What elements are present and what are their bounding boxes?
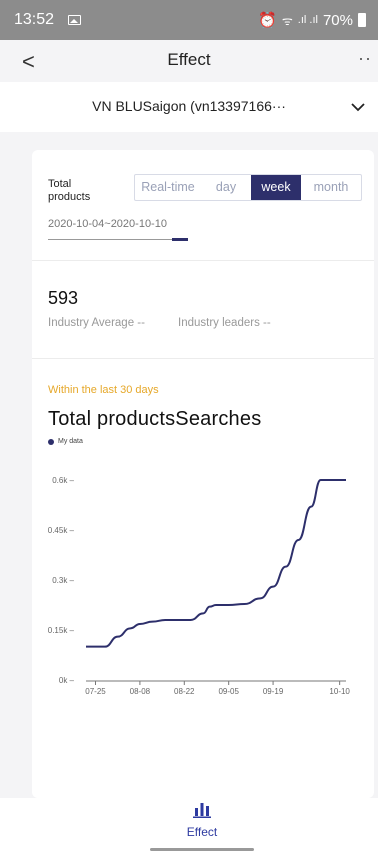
alarm-icon: ⏰ — [258, 12, 277, 29]
series-line-my-data — [86, 479, 346, 648]
tab-day[interactable]: day — [201, 175, 251, 200]
signal-icon: .ıl .ıl — [297, 14, 318, 26]
filter-label: Total products — [48, 178, 91, 203]
image-notification-icon — [68, 15, 81, 25]
top-app-bar: < Effect ·· — [0, 40, 378, 82]
legend-label: My data — [58, 438, 83, 445]
y-tick-label: 0.6k – — [52, 476, 74, 485]
effect-card: Total products Real-time day week month … — [32, 150, 374, 798]
wifi-icon: ᯤ — [281, 13, 293, 28]
divider — [32, 358, 374, 359]
y-tick-label: 0k – — [59, 676, 75, 685]
period-tabs: Real-time day week month — [134, 174, 362, 201]
period-note: Within the last 30 days — [48, 384, 159, 396]
total-value: 593 — [48, 288, 79, 308]
tab-real-time[interactable]: Real-time — [135, 175, 201, 200]
tab-month[interactable]: month — [301, 175, 361, 200]
x-tick-label: 08-22 — [174, 687, 195, 696]
chart-title: Total productsSearches — [48, 408, 262, 430]
range-indicator — [172, 238, 188, 241]
y-tick-label: 0.3k – — [52, 576, 74, 585]
more-icon[interactable]: ·· — [358, 48, 372, 69]
x-tick-label: 08-08 — [130, 687, 151, 696]
status-right: ⏰ ᯤ .ıl .ıl 70% — [258, 11, 366, 29]
line-chart: 0k – 0.15k – 0.3k – 0.45k – 0.6k – 07-25 08-08… — [48, 476, 351, 696]
industry-leaders: Industry leaders -- — [178, 317, 271, 329]
x-tick-label: 09-05 — [218, 687, 239, 696]
nav-item-effect[interactable]: Effect — [170, 802, 234, 839]
x-tick-label: 09-19 — [263, 687, 284, 696]
date-range: 2020-10-04~2020-10-10 — [48, 218, 167, 230]
range-track — [48, 239, 188, 240]
divider — [32, 260, 374, 261]
y-tick-label: 0.45k – — [48, 526, 75, 535]
status-time: 13:52 — [14, 11, 55, 28]
battery-icon — [358, 13, 366, 27]
battery-percent: 70% — [322, 11, 353, 29]
chevron-down-icon[interactable] — [350, 100, 366, 114]
store-selector[interactable]: VN BLUSaigon (vn13397166··· — [0, 82, 378, 132]
bottom-nav: Effect — [0, 798, 378, 852]
chart-legend: My data — [48, 438, 83, 445]
home-indicator — [150, 848, 254, 851]
legend-dot — [48, 438, 54, 445]
y-tick-label: 0.15k – — [48, 626, 75, 635]
x-tick-label: 07-25 — [85, 687, 106, 696]
x-tick-label: 10-10 — [329, 687, 350, 696]
page-title: Effect — [167, 50, 211, 69]
industry-average: Industry Average -- — [48, 317, 145, 329]
status-bar: 13:52 ⏰ ᯤ .ıl .ıl 70% — [0, 0, 378, 40]
tab-week[interactable]: week — [251, 175, 301, 200]
nav-label-effect: Effect — [186, 825, 218, 839]
store-name: VN BLUSaigon (vn13397166··· — [92, 98, 286, 114]
bar-chart-icon — [193, 803, 211, 818]
